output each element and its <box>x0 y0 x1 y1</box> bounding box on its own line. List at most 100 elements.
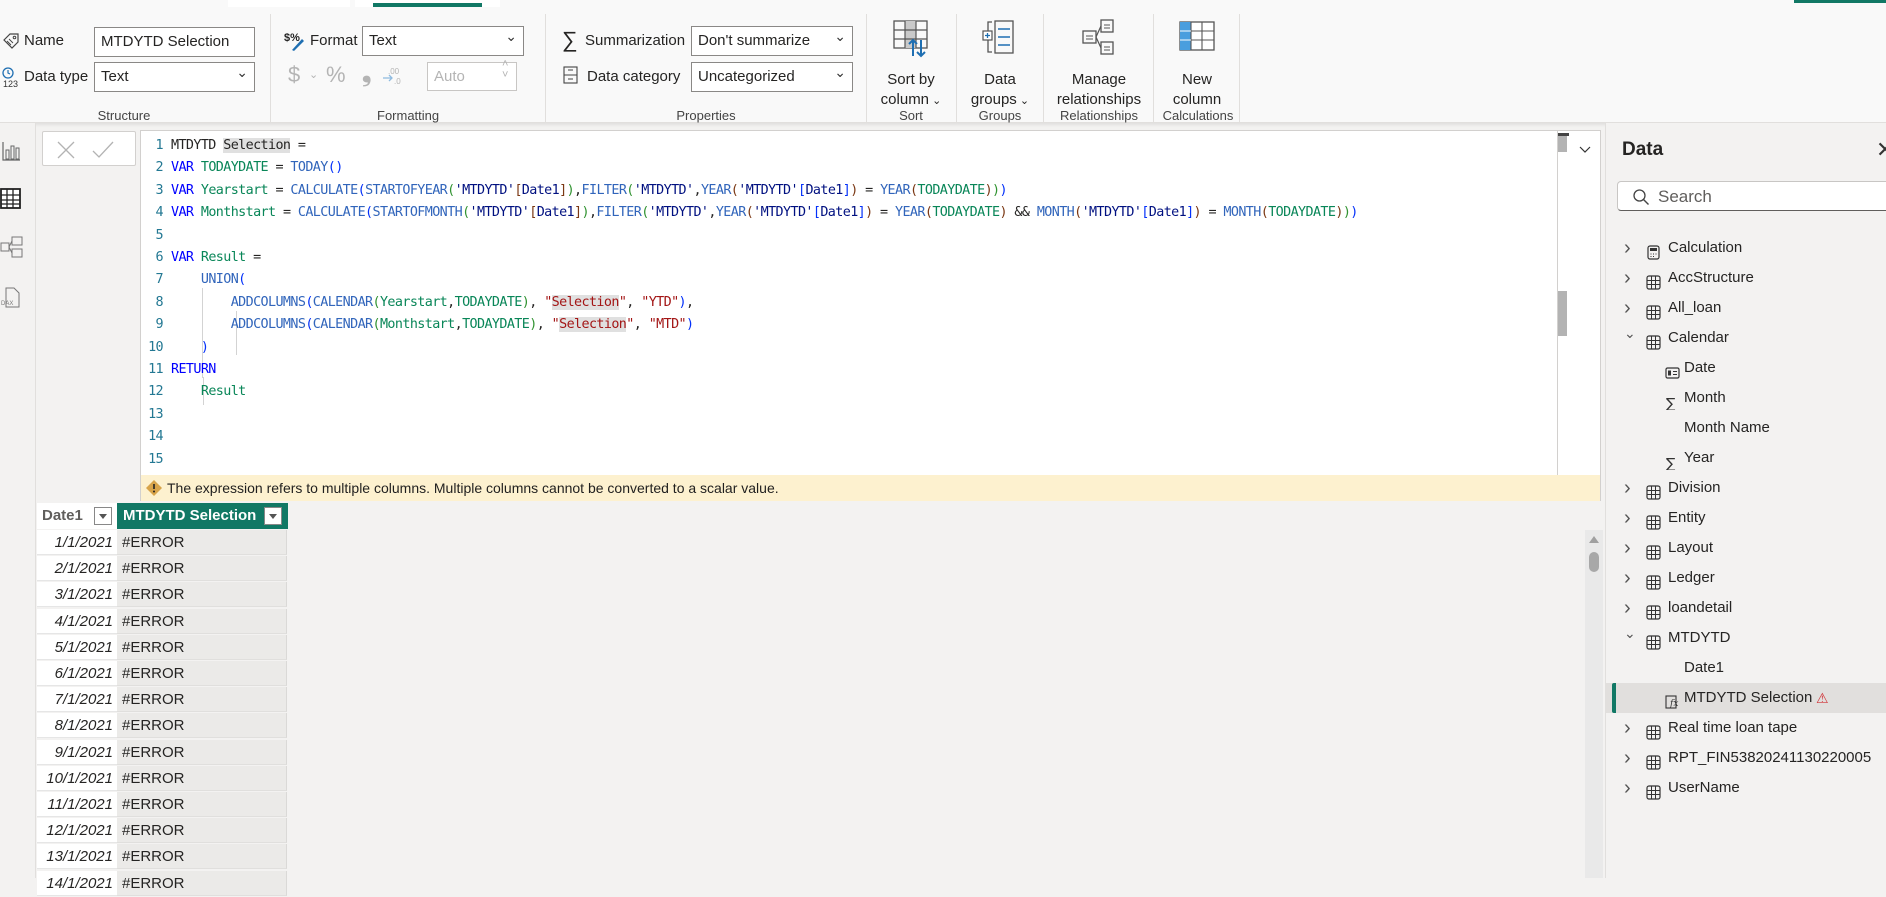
code-line[interactable]: 13 <box>141 404 171 426</box>
code-line[interactable]: 14 <box>141 426 171 448</box>
model-view-icon[interactable] <box>0 235 26 261</box>
filter-dropdown-icon[interactable] <box>264 507 282 525</box>
tree-table-item[interactable]: › Entity <box>1606 503 1886 533</box>
tree-field-item[interactable]: Date <box>1606 353 1886 383</box>
tree-table-item[interactable]: ⌄ MTDYTD <box>1606 623 1886 653</box>
code-line[interactable]: 5 <box>141 225 171 247</box>
dax-query-view-icon[interactable]: DAX <box>0 285 26 311</box>
search-input[interactable] <box>1658 185 1886 209</box>
sort-by-column-button[interactable]: Sort by column ⌄ <box>870 18 952 111</box>
tree-table-item[interactable]: › All_loan <box>1606 293 1886 323</box>
scroll-thumb[interactable] <box>1558 291 1567 336</box>
cell-date1[interactable]: 5/1/2021 <box>37 634 117 660</box>
close-icon[interactable] <box>56 140 76 160</box>
cell-mtdytd-selection[interactable]: #ERROR <box>117 556 287 582</box>
cell-mtdytd-selection[interactable]: #ERROR <box>117 713 287 739</box>
comma-button[interactable]: ❟ <box>362 60 371 88</box>
close-pane-icon[interactable]: ✕ <box>1876 137 1886 163</box>
cell-mtdytd-selection[interactable]: #ERROR <box>117 582 287 608</box>
code-line[interactable]: 6 VAR Result = <box>141 247 262 269</box>
cell-date1[interactable]: 3/1/2021 <box>37 582 117 608</box>
cell-date1[interactable]: 14/1/2021 <box>37 870 117 896</box>
code-line[interactable]: 10 ) <box>141 337 209 359</box>
tree-table-item[interactable]: › Real time loan tape <box>1606 713 1886 743</box>
chevron-down-icon[interactable]: ⌄ <box>1624 318 1636 348</box>
chevron-right-icon[interactable]: › <box>1624 563 1636 593</box>
cell-mtdytd-selection[interactable]: #ERROR <box>117 765 287 791</box>
cell-mtdytd-selection[interactable]: #ERROR <box>117 661 287 686</box>
table-view-icon[interactable] <box>0 186 26 212</box>
cell-date1[interactable]: 11/1/2021 <box>37 792 117 817</box>
cell-mtdytd-selection[interactable]: #ERROR <box>117 608 287 634</box>
currency-button[interactable]: $ <box>288 62 300 88</box>
tree-table-item[interactable]: › AccStructure <box>1606 263 1886 293</box>
code-line[interactable]: 11 RETURN <box>141 359 216 381</box>
percent-button[interactable]: % <box>326 62 346 88</box>
dax-formula-editor[interactable]: 1 MTDYTD Selection = 2 VAR TODAYDATE = TODA… <box>140 130 1601 501</box>
cell-date1[interactable]: 2/1/2021 <box>37 556 117 582</box>
new-column-button[interactable]: New column <box>1158 18 1236 110</box>
currency-dropdown-chevron-icon[interactable]: ⌄ <box>309 68 318 81</box>
tree-table-item[interactable]: › RPT_FIN53820241130220005 <box>1606 743 1886 773</box>
cell-mtdytd-selection[interactable]: #ERROR <box>117 530 287 555</box>
cell-date1[interactable]: 12/1/2021 <box>37 818 117 844</box>
chevron-right-icon[interactable]: › <box>1624 263 1636 293</box>
datatype-select[interactable]: Text <box>94 62 255 92</box>
code-line[interactable]: 9 ADDCOLUMNS(CALENDAR(Monthstart,TODAYDA… <box>141 314 694 336</box>
decimals-stepper-icon[interactable]: ˄ ˅ <box>502 59 508 81</box>
code-line[interactable]: 1 MTDYTD Selection = <box>141 135 306 157</box>
cell-mtdytd-selection[interactable]: #ERROR <box>117 870 287 896</box>
chevron-down-icon[interactable]: ⌄ <box>1624 618 1636 648</box>
cell-date1[interactable]: 8/1/2021 <box>37 713 117 739</box>
tree-table-item[interactable]: › Ledger <box>1606 563 1886 593</box>
code-line[interactable]: 15 <box>141 449 171 471</box>
cell-date1[interactable]: 10/1/2021 <box>37 765 117 791</box>
tree-field-item[interactable]: ∑ Year <box>1606 443 1886 473</box>
tree-field-item[interactable]: fx MTDYTD Selection ⚠ <box>1606 683 1886 713</box>
ribbon-tab-active[interactable] <box>355 0 500 7</box>
chevron-right-icon[interactable]: › <box>1624 533 1636 563</box>
datacategory-select[interactable]: Uncategorized <box>691 62 853 92</box>
cell-date1[interactable]: 7/1/2021 <box>37 687 117 713</box>
code-line[interactable]: 4 VAR Monthstart = CALCULATE(STARTOFMONTH… <box>141 202 1359 224</box>
tree-table-item[interactable]: › Calculation <box>1606 233 1886 263</box>
check-icon[interactable] <box>91 140 115 160</box>
format-select[interactable]: Text <box>362 26 524 56</box>
tree-field-item[interactable]: Date1 <box>1606 653 1886 683</box>
chevron-right-icon[interactable]: › <box>1624 773 1636 803</box>
scroll-thumb[interactable] <box>1589 552 1599 572</box>
ribbon-tab[interactable] <box>228 0 350 7</box>
summarization-select[interactable]: Don't summarize <box>691 26 853 56</box>
manage-relationships-button[interactable]: Manage relationships <box>1047 18 1151 110</box>
tree-table-item[interactable]: ⌄ Calendar <box>1606 323 1886 353</box>
chevron-right-icon[interactable]: › <box>1624 713 1636 743</box>
cell-mtdytd-selection[interactable]: #ERROR <box>117 844 287 870</box>
chevron-right-icon[interactable]: › <box>1624 473 1636 503</box>
decimal-places-icon[interactable]: .00 .0 <box>382 66 404 86</box>
code-line[interactable]: 7 UNION( <box>141 269 247 291</box>
grid-scrollbar[interactable] <box>1585 530 1603 878</box>
cell-date1[interactable]: 9/1/2021 <box>37 739 117 765</box>
cell-date1[interactable]: 6/1/2021 <box>37 661 117 686</box>
tree-table-item[interactable]: › Layout <box>1606 533 1886 563</box>
tree-table-item[interactable]: › Division <box>1606 473 1886 503</box>
report-view-icon[interactable] <box>0 138 26 164</box>
column-header-mtdytd-selection[interactable]: MTDYTD Selection <box>117 503 288 529</box>
cell-mtdytd-selection[interactable]: #ERROR <box>117 634 287 660</box>
cell-date1[interactable]: 4/1/2021 <box>37 608 117 634</box>
cell-date1[interactable]: 1/1/2021 <box>37 530 117 555</box>
tree-table-item[interactable]: › loandetail <box>1606 593 1886 623</box>
name-input[interactable]: MTDYTD Selection <box>94 27 255 57</box>
chevron-right-icon[interactable]: › <box>1624 743 1636 773</box>
cell-mtdytd-selection[interactable]: #ERROR <box>117 739 287 765</box>
cell-mtdytd-selection[interactable]: #ERROR <box>117 818 287 844</box>
cell-mtdytd-selection[interactable]: #ERROR <box>117 687 287 713</box>
code-line[interactable]: 3 VAR Yearstart = CALCULATE(STARTOFYEAR('… <box>141 180 1008 202</box>
filter-dropdown-icon[interactable] <box>94 507 112 525</box>
tree-field-item[interactable]: Month Name <box>1606 413 1886 443</box>
cell-mtdytd-selection[interactable]: #ERROR <box>117 792 287 817</box>
chevron-right-icon[interactable]: › <box>1624 503 1636 533</box>
data-groups-button[interactable]: Data groups ⌄ <box>960 18 1040 111</box>
tree-field-item[interactable]: ∑ Month <box>1606 383 1886 413</box>
data-search-box[interactable] <box>1617 181 1886 211</box>
